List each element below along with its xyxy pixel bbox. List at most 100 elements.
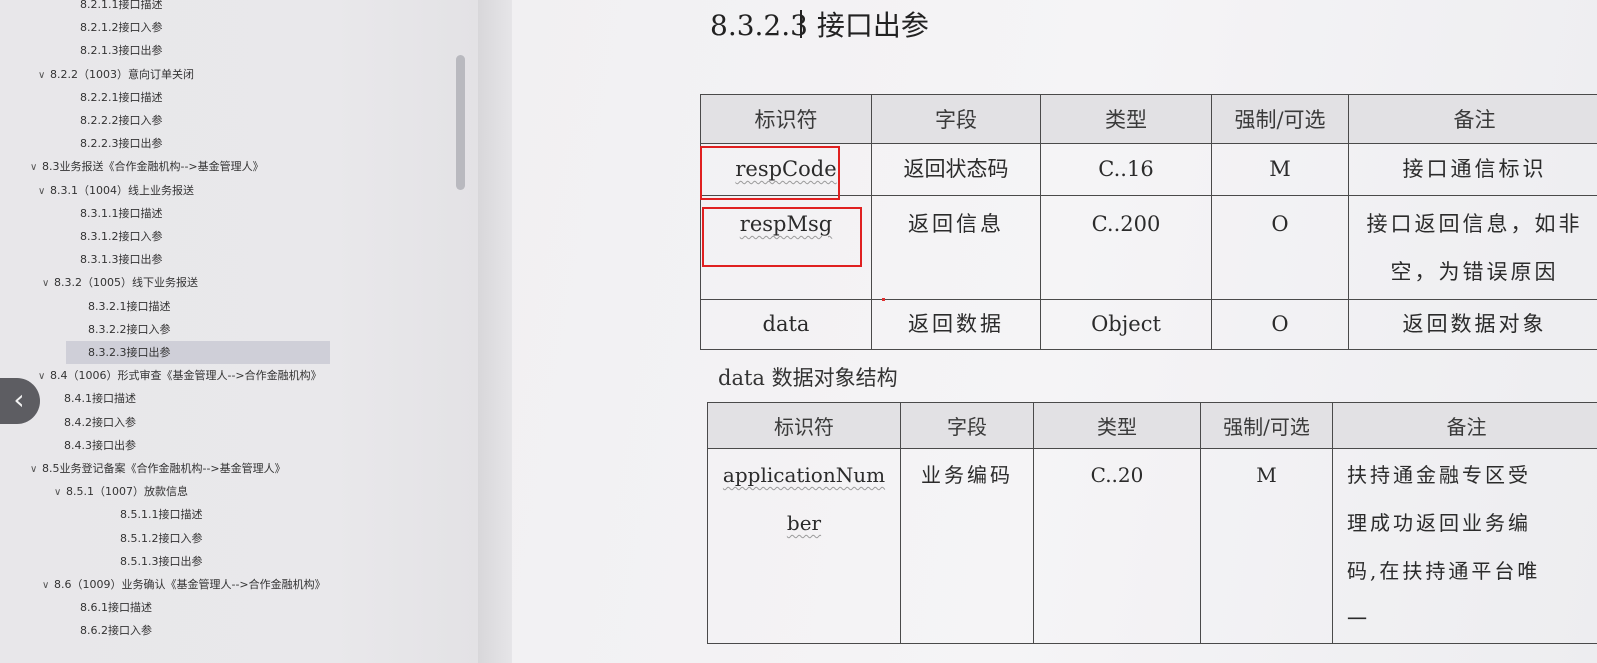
outline-item-label: 8.2.2.3接口出参 (80, 137, 163, 151)
chevron-down-icon[interactable]: ∨ (38, 365, 50, 388)
table-cell: 接口返回信息，如非 空，为错误原因 (1348, 195, 1597, 300)
table-cell: data (700, 299, 872, 350)
outline-item[interactable]: 8.4.2接口入参 (64, 411, 136, 434)
chevron-down-icon[interactable]: ∨ (30, 458, 42, 481)
outline-item[interactable]: 8.2.1.2接口入参 (80, 16, 162, 39)
table-cell: 返回状态码 (871, 143, 1041, 196)
chevron-down-icon[interactable]: ∨ (30, 156, 42, 179)
outline-item[interactable]: 8.2.2.3接口出参 (80, 132, 162, 155)
outline-item-label: 8.4.3接口出参 (64, 438, 136, 452)
panel-divider (478, 0, 512, 663)
outline-item[interactable]: 8.2.2.1接口描述 (80, 86, 162, 109)
table-cell: applicationNum ber (707, 448, 901, 644)
table-cell: 接口通信标识 (1348, 143, 1597, 196)
chevron-down-icon[interactable]: ∨ (38, 64, 50, 87)
outline-item-label: 8.2.2.2接口入参 (80, 114, 163, 127)
outline-item-label: 8.2.1.1接口描述 (80, 0, 163, 11)
outline-item-label: 8.3.1（1004）线上业务报送 (50, 183, 194, 197)
outline-item-label: 8.3.1.2接口入参 (80, 230, 163, 243)
outline-item-label: 8.6.1接口描述 (80, 601, 152, 615)
header-cell: 备注 (1332, 402, 1597, 449)
outline-item-label: 8.3.2.3接口出参 (88, 346, 171, 359)
chevron-down-icon[interactable]: ∨ (42, 574, 54, 597)
table-cell: 返回数据 (871, 299, 1041, 350)
chevron-down-icon[interactable]: ∨ (54, 481, 66, 504)
header-cell: 类型 (1040, 94, 1212, 144)
outline-item-label: 8.4（1006）形式审查《基金管理人-->合作金融机构》 (50, 369, 322, 383)
outline-item-selected[interactable]: 8.3.2.3接口出参 (66, 341, 331, 364)
header-cell: 字段 (900, 402, 1034, 449)
document-page[interactable]: 8.3.2.3 接口出参 标识符 字段 类型 强制/可选 备注 respCode… (512, 0, 1597, 663)
table-caption: data 数据对象结构 (718, 366, 898, 390)
outline-item-label: 8.4.2接口入参 (64, 415, 136, 429)
chevron-down-icon[interactable]: ∨ (38, 180, 50, 203)
table-cell: 业务编码 (900, 448, 1034, 644)
red-mark (882, 298, 885, 301)
outline-panel: 8.2.1.1接口描述 8.2.1.2接口入参 8.2.1.3接口出参 ∨ 8.2.2（… (0, 0, 478, 663)
header-cell: 强制/可选 (1200, 402, 1333, 449)
outline-item-label: 8.5.1.2接口入参 (120, 531, 203, 545)
chevron-down-icon[interactable]: ∨ (42, 272, 54, 295)
outline-item[interactable]: 8.2.1.1接口描述 (80, 0, 162, 16)
outline-item[interactable]: 8.3.2.1接口描述 (88, 295, 170, 318)
outline-item-label: 8.5.1（1007）放款信息 (66, 485, 188, 499)
outline-item[interactable]: 8.4.1接口描述 (64, 387, 136, 410)
table-header-row: 标识符 字段 类型 强制/可选 备注 (707, 402, 1597, 449)
outline-item[interactable]: 8.3.1.3接口出参 (80, 248, 162, 271)
outline-item[interactable]: 8.3.1.1接口描述 (80, 202, 162, 225)
chevron-left-icon: ‹ (13, 383, 25, 416)
outline-item[interactable]: 8.3.1.2接口入参 (80, 225, 162, 248)
outline-item-label: 8.5.1.3接口出参 (120, 554, 203, 568)
table-cell: C..16 (1040, 143, 1212, 196)
outline-item-label: 8.5业务登记备案《合作金融机构-->基金管理人》 (42, 462, 286, 475)
outline-item[interactable]: ∨ 8.3.1（1004）线上业务报送 (38, 179, 194, 202)
outline-item-label: 8.2.2.1接口描述 (80, 90, 163, 104)
outline-item[interactable]: ∨ 8.3业务报送《合作金融机构-->基金管理人》 (30, 155, 264, 178)
outline-tree: 8.2.1.1接口描述 8.2.1.2接口入参 8.2.1.3接口出参 ∨ 8.2.2（… (0, 0, 478, 663)
table-cell: C..20 (1033, 448, 1201, 644)
outline-item-label: 8.3.1.3接口出参 (80, 253, 163, 267)
outline-item[interactable]: 8.5.1.2接口入参 (120, 527, 202, 550)
outline-item[interactable]: 8.6.2接口入参 (80, 619, 152, 642)
table-row: data 返回数据 Object O 返回数据对象 (700, 299, 1597, 350)
outline-item-label: 8.3.2（1005）线下业务报送 (54, 276, 198, 290)
outline-item[interactable]: ∨ 8.6（1009）业务确认《基金管理人-->合作金融机构》 (42, 573, 326, 596)
outline-item[interactable]: 8.2.2.2接口入参 (80, 109, 162, 132)
outline-item[interactable]: ∨ 8.5.1（1007）放款信息 (54, 480, 188, 503)
table-cell: M (1211, 143, 1349, 196)
table-row: applicationNum ber 业务编码 C..20 M 扶持通金融专区受… (707, 448, 1597, 644)
outline-item-label: 8.3业务报送《合作金融机构-->基金管理人》 (42, 160, 264, 174)
header-cell: 字段 (871, 94, 1041, 144)
outline-item[interactable]: 8.5.1.1接口描述 (120, 503, 202, 526)
section-heading: 8.3.2.3 接口出参 (710, 9, 929, 42)
table-cell: 扶持通金融专区受 理成功返回业务编 码,在扶持通平台唯 一 (1332, 448, 1597, 644)
outline-item[interactable]: ∨ 8.5业务登记备案《合作金融机构-->基金管理人》 (30, 457, 286, 480)
header-cell: 标识符 (707, 402, 901, 449)
outline-item[interactable]: 8.6.1接口描述 (80, 596, 152, 619)
table-cell: C..200 (1040, 195, 1212, 300)
outline-item-label: 8.6（1009）业务确认《基金管理人-->合作金融机构》 (54, 578, 326, 591)
outline-item[interactable]: 8.3.2.2接口入参 (88, 318, 170, 341)
outline-item[interactable]: ∨ 8.3.2（1005）线下业务报送 (42, 271, 198, 294)
header-cell: 类型 (1033, 402, 1201, 449)
table-cell: M (1200, 448, 1333, 644)
data-object-table: 标识符 字段 类型 强制/可选 备注 applicationNum ber 业务… (707, 402, 1597, 644)
outline-item-label: 8.3.2.1接口描述 (88, 299, 171, 313)
outline-item-label: 8.2.1.2接口入参 (80, 21, 163, 35)
header-cell: 备注 (1348, 94, 1597, 144)
table-cell: O (1211, 299, 1349, 350)
outline-item-label: 8.2.1.3接口出参 (80, 44, 163, 58)
red-highlight-box (702, 207, 862, 267)
red-highlight-box (700, 146, 840, 200)
outline-scrollbar[interactable] (456, 55, 465, 190)
outline-item[interactable]: ∨ 8.4（1006）形式审查《基金管理人-->合作金融机构》 (38, 364, 322, 387)
outline-item-label: 8.3.1.1接口描述 (80, 206, 163, 220)
outline-item[interactable]: ∨ 8.2.2（1003）意向订单关闭 (38, 63, 194, 86)
table-cell: 返回信息 (871, 195, 1041, 300)
table-cell: 返回数据对象 (1348, 299, 1597, 350)
text-cursor (800, 10, 802, 38)
outline-item[interactable]: 8.4.3接口出参 (64, 434, 136, 457)
outline-item[interactable]: 8.5.1.3接口出参 (120, 550, 202, 573)
outline-item[interactable]: 8.2.1.3接口出参 (80, 39, 162, 62)
table-cell: Object (1040, 299, 1212, 350)
